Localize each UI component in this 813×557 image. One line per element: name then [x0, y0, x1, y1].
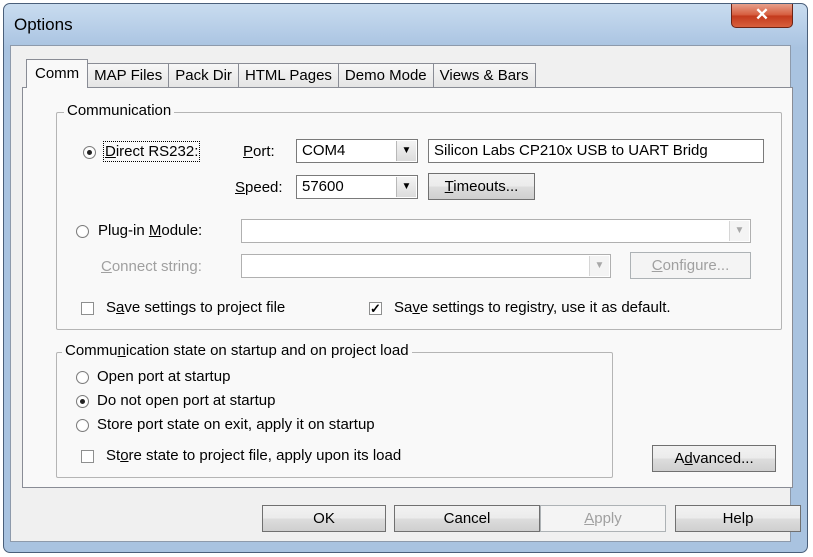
help-button[interactable]: Help: [675, 505, 801, 532]
close-button[interactable]: ✕: [731, 4, 793, 28]
save-to-project-label[interactable]: Save settings to project file: [106, 299, 285, 316]
plugin-module-label[interactable]: Plug-in Module:: [98, 222, 202, 239]
tab-comm[interactable]: Comm: [26, 59, 89, 88]
configure-button[interactable]: Configure...: [630, 252, 751, 279]
ok-button[interactable]: OK: [262, 505, 386, 532]
port-select[interactable]: COM4 ▼: [296, 139, 418, 163]
store-state-project-label[interactable]: Store state to project file, apply upon …: [106, 447, 401, 464]
direct-rs232-label[interactable]: Direct RS232:: [102, 141, 201, 162]
do-not-open-port-label[interactable]: Do not open port at startup: [97, 392, 275, 409]
connect-string-select[interactable]: ▼: [241, 254, 611, 278]
window-title: Options: [14, 15, 73, 34]
tab-map-files[interactable]: MAP Files: [87, 63, 170, 88]
open-port-label[interactable]: Open port at startup: [97, 368, 230, 385]
save-to-registry-label[interactable]: Save settings to registry, use it as def…: [394, 299, 671, 316]
port-label: Port:: [243, 143, 275, 160]
chevron-down-icon[interactable]: ▼: [396, 177, 416, 197]
store-state-project-checkbox[interactable]: [81, 450, 94, 463]
speed-value: 57600: [302, 178, 344, 195]
speed-select[interactable]: 57600 ▼: [296, 175, 418, 199]
chevron-down-icon[interactable]: ▼: [729, 221, 749, 241]
apply-button[interactable]: Apply: [540, 505, 666, 532]
communication-caption: Communication: [64, 102, 175, 119]
tab-pack-dir[interactable]: Pack Dir: [168, 63, 239, 88]
checkmark-icon: ✓: [370, 301, 381, 316]
startup-caption: Communication state on startup and on pr…: [62, 342, 412, 359]
store-port-state-radio[interactable]: [76, 419, 89, 432]
direct-rs232-radio[interactable]: [83, 146, 96, 159]
do-not-open-port-radio[interactable]: [76, 395, 89, 408]
port-value: COM4: [302, 142, 346, 159]
save-to-project-checkbox[interactable]: [81, 302, 94, 315]
timeouts-button[interactable]: Timeouts...: [428, 173, 535, 200]
chevron-down-icon[interactable]: ▼: [396, 141, 416, 161]
advanced-button[interactable]: Advanced...: [652, 445, 776, 472]
connect-string-label: Connect string:: [101, 258, 202, 275]
tab-strip: Comm MAP Files Pack Dir HTML Pages Demo …: [26, 59, 536, 88]
tab-demo-mode[interactable]: Demo Mode: [337, 63, 434, 88]
tab-html-pages[interactable]: HTML Pages: [237, 63, 339, 88]
cancel-button[interactable]: Cancel: [394, 505, 540, 532]
store-port-state-label[interactable]: Store port state on exit, apply it on st…: [97, 416, 375, 433]
plugin-module-select[interactable]: ▼: [241, 219, 751, 243]
close-icon: ✕: [754, 5, 770, 24]
port-description: Silicon Labs CP210x USB to UART Bridg: [428, 139, 764, 163]
open-port-radio[interactable]: [76, 371, 89, 384]
tab-views-bars[interactable]: Views & Bars: [432, 63, 536, 88]
chevron-down-icon[interactable]: ▼: [589, 256, 609, 276]
plugin-module-radio[interactable]: [76, 225, 89, 238]
speed-label: Speed:: [235, 179, 283, 196]
save-to-registry-checkbox[interactable]: ✓: [369, 302, 382, 315]
